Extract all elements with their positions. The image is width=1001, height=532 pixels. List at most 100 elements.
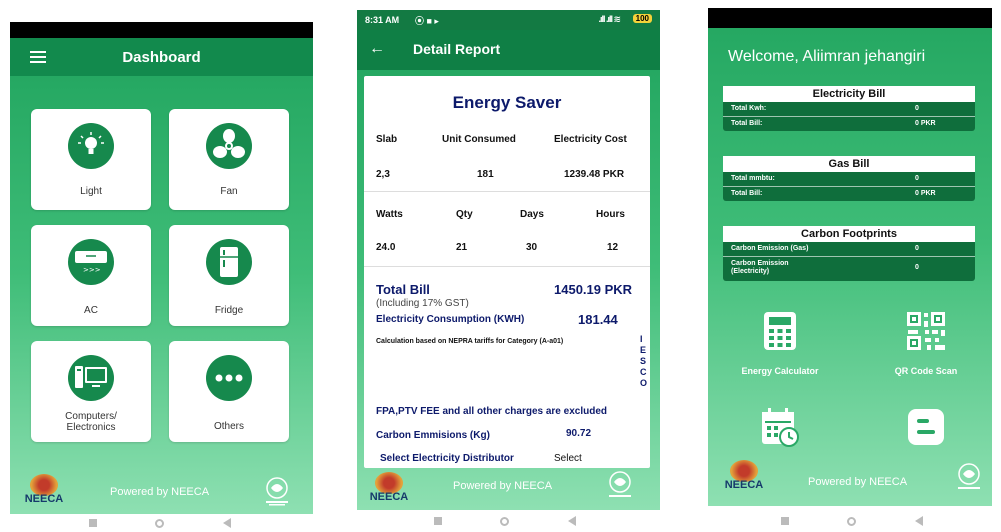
light-card[interactable]: Light: [31, 109, 151, 210]
card-label: Fan: [220, 186, 238, 197]
ac-card[interactable]: >>> AC: [31, 225, 151, 326]
carbon-gas-row: Carbon Emission (Gas) 0: [731, 245, 919, 252]
total-bill-row: Total Bill: 0 PKR: [731, 190, 936, 197]
fridge-card[interactable]: Fridge: [169, 225, 289, 326]
home-icon[interactable]: [847, 516, 857, 526]
fridge-icon: [206, 239, 252, 285]
back-nav-icon[interactable]: [222, 518, 231, 528]
carbon-electricity-row: Carbon Emission (Electricity) 0: [731, 260, 919, 275]
hours-value: 12: [607, 242, 619, 253]
lightbulb-icon: [68, 123, 114, 169]
status-bar: [10, 22, 313, 38]
total-kwh-row: Total Kwh: 0: [731, 105, 919, 112]
system-nav-bar-3: [752, 514, 952, 528]
app-bar: ← Detail Report: [357, 30, 660, 70]
back-nav-icon[interactable]: [567, 516, 576, 526]
report-heading: Energy Saver: [452, 93, 562, 112]
gas-bill-title: Gas Bill: [723, 156, 975, 172]
powered-by-text: Powered by NEECA: [110, 486, 210, 498]
carbon-label: Carbon Emmisions (Kg): [376, 430, 490, 441]
back-arrow-icon[interactable]: ←: [369, 40, 385, 58]
carbon-footprints-card: Carbon Footprints Carbon Emission (Gas) 0…: [723, 226, 975, 281]
computers-card[interactable]: Computers/ Electronics: [31, 341, 151, 442]
report-card: Energy Saver Slab Unit Consumed Electric…: [364, 76, 650, 468]
recents-icon[interactable]: [89, 519, 98, 527]
powered-by-text: Powered by NEECA: [453, 480, 553, 492]
home-screen: Welcome, Aliimran jehangiri Electricity …: [708, 8, 992, 506]
total-bill-value: 1450.19 PKR: [554, 282, 633, 297]
consumption-value: 181.44: [578, 312, 618, 327]
distributor-select[interactable]: Select: [554, 453, 582, 464]
fan-icon: [206, 123, 252, 169]
divider: [364, 266, 650, 267]
home-icon[interactable]: [500, 516, 510, 526]
page-title: Detail Report: [413, 41, 501, 57]
signal-icon: .ıll .ıll ≋: [598, 14, 621, 24]
neeca-logo: NEECA: [24, 474, 64, 508]
detail-report-screen: 8:31 AM ⦿ ■ ▸ .ıll .ıll ≋ 100 ← Detail R…: [357, 10, 660, 510]
energy-calculator-button[interactable]: Energy Calculator: [732, 310, 828, 376]
blogger-button[interactable]: [878, 406, 974, 448]
system-nav-bar-1: [60, 516, 260, 530]
blogger-icon: [905, 406, 947, 448]
more-dots-icon: [206, 355, 252, 401]
powered-by-text: Powered by NEECA: [808, 476, 908, 488]
svg-text:>>>: >>>: [83, 266, 101, 274]
total-mmbtu-row: Total mmbtu: 0: [731, 175, 919, 182]
charges-note: FPA,PTV FEE and all other charges are ex…: [376, 406, 607, 417]
calendar-clock-icon: [759, 406, 801, 448]
gas-bill-card: Gas Bill Total mmbtu: 0 Total Bill: 0 PKR: [723, 156, 975, 201]
fan-card[interactable]: Fan: [169, 109, 289, 210]
carbon-footprints-title: Carbon Footprints: [723, 226, 975, 242]
neeca-logo: NEECA: [724, 460, 764, 494]
days-value: 30: [526, 242, 538, 253]
iesco-vertical-label: IESCO: [640, 334, 648, 388]
electricity-cost-header: Electricity Cost: [554, 134, 627, 145]
battery-icon: 100: [632, 14, 652, 23]
qr-code-icon: [905, 310, 947, 352]
consumption-label: Electricity Consumption (KWH): [376, 314, 525, 325]
status-bar: [708, 8, 992, 28]
card-label: AC: [84, 305, 98, 316]
ministry-emblem-icon: [952, 460, 986, 494]
days-header: Days: [520, 209, 544, 220]
qty-header: Qty: [456, 209, 473, 220]
home-icon[interactable]: [155, 518, 165, 528]
welcome-text: Welcome, Aliimran jehangiri: [728, 48, 926, 65]
ac-icon: >>>: [68, 239, 114, 285]
status-bar: 8:31 AM ⦿ ■ ▸ .ıll .ıll ≋ 100: [357, 10, 660, 30]
others-card[interactable]: Others: [169, 341, 289, 442]
page-title: Dashboard: [122, 49, 201, 66]
total-bill-label: Total Bill: [376, 282, 430, 297]
recents-icon[interactable]: [781, 517, 790, 525]
footer: NEECA Powered by NEECA: [10, 470, 313, 514]
card-label: Others: [213, 421, 244, 432]
unit-consumed-header: Unit Consumed: [442, 134, 516, 145]
watts-header: Watts: [376, 209, 403, 220]
hours-header: Hours: [596, 209, 625, 220]
divider: [364, 191, 650, 192]
neeca-logo: NEECA: [369, 472, 409, 506]
notification-icons: ⦿ ■ ▸: [415, 16, 439, 26]
dashboard-screen: Dashboard Light Fan >>> AC Fridge Comput…: [10, 22, 313, 514]
card-label: Light: [80, 186, 102, 197]
ministry-emblem-icon: [603, 468, 637, 502]
footer: NEECA Powered by NEECA: [357, 468, 660, 510]
unit-consumed-value: 181: [477, 169, 494, 180]
gst-note: (Including 17% GST): [376, 298, 469, 309]
dashboard-body: Light Fan >>> AC Fridge Computers/ Elect…: [10, 76, 313, 514]
electricity-bill-card: Electricity Bill Total Kwh: 0 Total Bill:…: [723, 86, 975, 131]
app-bar: Dashboard: [10, 38, 313, 76]
calendar-schedule-button[interactable]: [732, 406, 828, 448]
qr-code-scan-button[interactable]: QR Code Scan: [878, 310, 974, 376]
recents-icon[interactable]: [434, 517, 443, 525]
qr-code-scan-label: QR Code Scan: [894, 366, 958, 376]
carbon-value: 90.72: [566, 428, 592, 439]
ministry-emblem-icon: [260, 474, 294, 508]
back-nav-icon[interactable]: [914, 516, 923, 526]
slab-header: Slab: [376, 134, 398, 145]
watts-value: 24.0: [376, 242, 396, 253]
card-label: Computers/ Electronics: [65, 411, 117, 433]
card-label: Fridge: [214, 305, 244, 316]
electricity-bill-title: Electricity Bill: [723, 86, 975, 102]
